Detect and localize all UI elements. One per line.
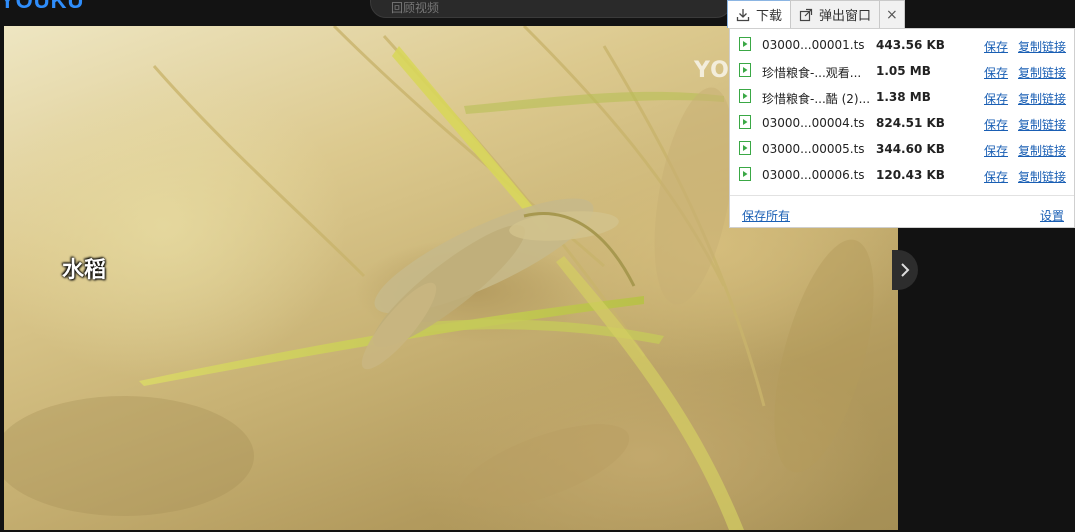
video-file-icon	[739, 89, 751, 103]
file-row: 珍惜粮食-...观看... 1.05 MB 保存 复制链接	[730, 58, 1074, 84]
site-header: YOUKU 回顾视频	[0, 0, 1075, 26]
save-link[interactable]: 保存	[984, 142, 1008, 159]
save-link[interactable]: 保存	[984, 116, 1008, 133]
video-file-icon	[739, 37, 751, 51]
site-logo[interactable]: YOUKU	[0, 0, 84, 14]
copy-link[interactable]: 复制链接	[1018, 38, 1066, 55]
file-row: 03000...00006.ts 120.43 KB 保存 复制链接	[730, 162, 1074, 188]
video-file-icon	[739, 115, 751, 129]
copy-link[interactable]: 复制链接	[1018, 142, 1066, 159]
download-icon	[736, 8, 750, 21]
save-link[interactable]: 保存	[984, 38, 1008, 55]
file-name: 03000...00006.ts	[762, 168, 865, 182]
file-row: 03000...00001.ts 443.56 KB 保存 复制链接	[730, 32, 1074, 58]
settings-link[interactable]: 设置	[1040, 207, 1064, 224]
video-file-icon	[739, 141, 751, 155]
copy-link[interactable]: 复制链接	[1018, 168, 1066, 185]
download-panel: 03000...00001.ts 443.56 KB 保存 复制链接 珍惜粮食-…	[729, 28, 1075, 228]
file-size: 1.38 MB	[876, 90, 931, 104]
external-window-icon	[799, 8, 813, 21]
file-row: 03000...00005.ts 344.60 KB 保存 复制链接	[730, 136, 1074, 162]
file-size: 344.60 KB	[876, 142, 945, 156]
next-button[interactable]	[892, 250, 918, 290]
file-name: 03000...00004.ts	[762, 116, 865, 130]
save-link[interactable]: 保存	[984, 64, 1008, 81]
save-link[interactable]: 保存	[984, 168, 1008, 185]
file-size: 1.05 MB	[876, 64, 931, 78]
file-name: 03000...00005.ts	[762, 142, 865, 156]
file-name: 珍惜粮食-...酷 (2)...	[762, 92, 871, 106]
save-all-link[interactable]: 保存所有	[742, 207, 790, 224]
file-name: 03000...00001.ts	[762, 38, 865, 52]
panel-footer: 保存所有 设置	[730, 195, 1074, 229]
video-watermark: YO	[694, 58, 730, 83]
file-list: 03000...00001.ts 443.56 KB 保存 复制链接 珍惜粮食-…	[730, 32, 1074, 188]
file-size: 120.43 KB	[876, 168, 945, 182]
search-box[interactable]: 回顾视频	[370, 0, 732, 18]
file-row: 03000...00004.ts 824.51 KB 保存 复制链接	[730, 110, 1074, 136]
search-input-text: 回顾视频	[391, 1, 440, 15]
close-icon: ×	[886, 6, 898, 23]
download-popup-tabs: 下载 弹出窗口 ×	[727, 0, 905, 29]
save-link[interactable]: 保存	[984, 90, 1008, 107]
copy-link[interactable]: 复制链接	[1018, 90, 1066, 107]
copy-link[interactable]: 复制链接	[1018, 116, 1066, 133]
file-size: 824.51 KB	[876, 116, 945, 130]
file-name: 珍惜粮食-...观看...	[762, 66, 862, 80]
video-file-icon	[739, 63, 751, 77]
file-row: 珍惜粮食-...酷 (2)... 1.38 MB 保存 复制链接	[730, 84, 1074, 110]
chevron-right-icon	[901, 263, 910, 277]
video-caption: 水稻	[62, 258, 107, 283]
video-file-icon	[739, 167, 751, 181]
file-size: 443.56 KB	[876, 38, 945, 52]
tab-download-label: 下载	[756, 9, 783, 24]
tab-download[interactable]: 下载	[727, 0, 792, 28]
tab-popup-window-label: 弹出窗口	[819, 9, 872, 24]
tab-popup-window[interactable]: 弹出窗口	[790, 0, 881, 28]
close-button[interactable]: ×	[879, 0, 905, 28]
copy-link[interactable]: 复制链接	[1018, 64, 1066, 81]
